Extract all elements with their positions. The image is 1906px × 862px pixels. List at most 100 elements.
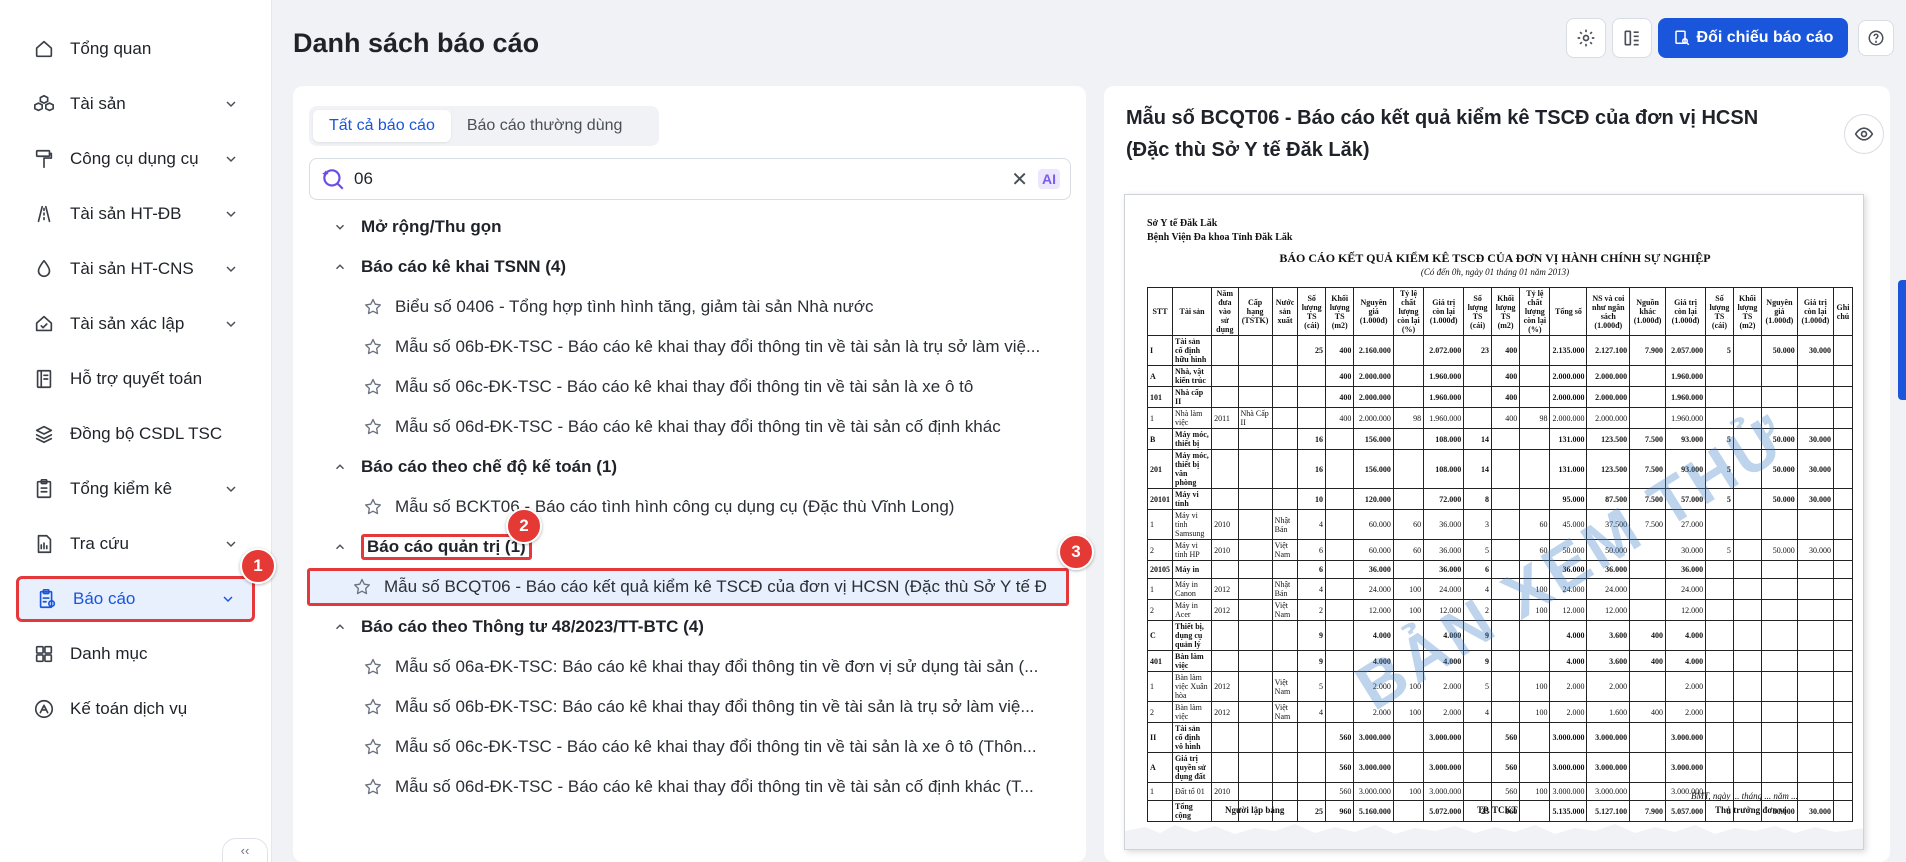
star-icon[interactable]	[363, 377, 383, 397]
star-icon[interactable]	[363, 417, 383, 437]
doc-table-cell	[1325, 620, 1355, 651]
clear-search-icon[interactable]: ✕	[1011, 167, 1028, 192]
tree-group-1[interactable]: Báo cáo kê khai TSNN (4)	[333, 248, 566, 286]
doc-table-cell: 2.127.100	[1586, 335, 1631, 366]
doc-table-cell	[1237, 752, 1273, 783]
tree-report-item[interactable]: Mẫu số 06b-ĐK-TSC: Báo cáo kê khai thay …	[363, 688, 1063, 726]
doc-table-cell	[1796, 509, 1834, 540]
tree-report-item[interactable]: Mẫu số 06d-ĐK-TSC - Báo cáo kê khai thay…	[363, 768, 1063, 806]
star-icon[interactable]	[363, 777, 383, 797]
doc-table-cell	[1392, 386, 1425, 408]
ledger-icon	[32, 367, 56, 391]
doc-table-cell: A	[1147, 752, 1173, 783]
doc-table-cell	[1519, 386, 1551, 408]
doc-table-cell: 400	[1325, 386, 1355, 408]
sidebar-item-12[interactable]: Danh mục	[16, 631, 255, 677]
doc-table-cell: Máy vi tính Samsung	[1171, 509, 1213, 540]
doc-table-cell	[1325, 701, 1355, 723]
doc-table-cell	[1796, 671, 1834, 702]
doc-table-cell: 2010	[1211, 782, 1239, 801]
tab-all-reports[interactable]: Tất cả báo cáo	[313, 110, 451, 142]
tree-report-item[interactable]: Mẫu số 06d-ĐK-TSC - Báo cáo kê khai thay…	[363, 408, 1063, 446]
doc-table-cell	[1463, 407, 1492, 429]
doc-table-cell	[1519, 650, 1551, 672]
sidebar-item-8[interactable]: Đồng bộ CSDL TSC	[16, 411, 255, 457]
star-icon[interactable]	[363, 737, 383, 757]
doc-table-cell: Đất tổ 01	[1171, 782, 1213, 801]
expand-collapse-toggle[interactable]: Mở rộng/Thu gọn	[333, 208, 502, 246]
tree-report-item[interactable]: Mẫu số 06b-ĐK-TSC - Báo cáo kê khai thay…	[363, 328, 1063, 366]
tree-report-item[interactable]: Biểu số 0406 - Tổng hợp tình hình tăng, …	[363, 288, 1063, 326]
doc-table-cell: 7.500	[1629, 428, 1666, 450]
doc-table-cell	[1732, 620, 1763, 651]
sidebar-item-5[interactable]: Tài sản HT-CNS	[16, 246, 255, 292]
doc-table-cell: 2.000.000	[1353, 407, 1394, 429]
doc-table-cell	[1490, 509, 1521, 540]
sidebar-item-7[interactable]: Hỗ trợ quyết toán	[16, 356, 255, 402]
doc-table-cell: 2	[1147, 539, 1173, 561]
doc-table-cell: Việt Nam	[1271, 701, 1299, 723]
star-icon[interactable]	[363, 697, 383, 717]
doc-table-row: 401 Bàn làm việc 9 4.000 4.000 9 4.000 3.600 400…	[1147, 650, 1854, 672]
help-button[interactable]	[1858, 20, 1894, 56]
doc-table-cell: 400	[1325, 335, 1355, 366]
doc-table-cell: 14	[1463, 428, 1492, 450]
view-button[interactable]	[1844, 114, 1884, 154]
tree-report-item[interactable]: Mẫu số 06c-ĐK-TSC - Báo cáo kê khai thay…	[363, 368, 1063, 406]
doc-table-cell: 20105	[1147, 560, 1173, 579]
star-icon[interactable]	[363, 297, 383, 317]
home-icon	[32, 37, 56, 61]
doc-table-cell: 3.000.000	[1423, 722, 1465, 753]
tree-group-2[interactable]: Báo cáo theo chế độ kế toán (1)	[333, 448, 617, 486]
doc-table-cell: 3.000.000	[1586, 752, 1631, 783]
tree-group-3[interactable]: Báo cáo quản trị (1)	[333, 528, 532, 566]
doc-column-header: Tỷ lệ chất lượng còn lại (%)	[1519, 287, 1551, 336]
layout-button[interactable]	[1612, 18, 1652, 58]
sidebar-item-13[interactable]: Kế toán dịch vụ	[16, 686, 255, 732]
sidebar-item-1[interactable]: Tổng quan	[16, 26, 255, 72]
settings-button[interactable]	[1566, 18, 1606, 58]
ai-toggle[interactable]: AI	[1038, 169, 1060, 189]
report-item-label: Mẫu số 06b-ĐK-TSC: Báo cáo kê khai thay …	[395, 697, 1035, 716]
star-icon[interactable]	[363, 337, 383, 357]
doc-table-cell: 98	[1392, 407, 1425, 429]
star-icon[interactable]	[363, 657, 383, 677]
doc-table-cell	[1705, 578, 1734, 600]
doc-table-cell	[1237, 701, 1273, 723]
doc-column-header: Nguyên giá (1.000đ)	[1353, 287, 1394, 336]
sidebar-item-2[interactable]: Tài sản	[16, 81, 255, 127]
compare-report-button[interactable]: Đối chiếu báo cáo	[1658, 18, 1848, 58]
sidebar-item-3[interactable]: Công cụ dụng cụ	[16, 136, 255, 182]
doc-table-cell: 3.000.000	[1423, 752, 1465, 783]
report-icon	[35, 587, 59, 611]
star-icon[interactable]	[352, 577, 372, 597]
paint-roller-icon	[32, 147, 56, 171]
doc-table-cell: 3.000.000	[1549, 782, 1588, 801]
tree-report-item[interactable]: Mẫu số 06a-ĐK-TSC: Báo cáo kê khai thay …	[363, 648, 1063, 686]
tree-report-item[interactable]: Mẫu số 06c-ĐK-TSC - Báo cáo kê khai thay…	[363, 728, 1063, 766]
doc-table-cell	[1629, 722, 1666, 753]
doc-table-cell: 108.000	[1423, 428, 1465, 450]
doc-table-cell: Nhật Bản	[1271, 509, 1299, 540]
star-icon[interactable]	[363, 497, 383, 517]
tab-favorite-reports[interactable]: Báo cáo thường dùng	[451, 110, 639, 142]
tree-report-item[interactable]: Mẫu số BCQT06 - Báo cáo kết quả kiểm kê …	[307, 568, 1069, 606]
search-input[interactable]	[354, 169, 1012, 189]
sidebar-item-9[interactable]: Tổng kiểm kê	[16, 466, 255, 512]
side-drawer-handle[interactable]	[1898, 280, 1906, 400]
doc-table-cell	[1629, 578, 1666, 600]
doc-table-cell: 50.000	[1761, 539, 1798, 561]
doc-table-cell: 36.000	[1664, 560, 1707, 579]
sidebar-collapse-button[interactable]: ‹‹	[222, 838, 268, 862]
sidebar-item-11[interactable]: Báo cáo	[16, 576, 255, 622]
sidebar-item-6[interactable]: Tài sản xác lập	[16, 301, 255, 347]
sidebar-item-4[interactable]: Tài sản HT-ĐB	[16, 191, 255, 237]
doc-table-cell	[1297, 722, 1327, 753]
doc-table-cell	[1629, 599, 1666, 621]
tree-report-item[interactable]: Mẫu số BCKT06 - Báo cáo tình hình công c…	[363, 488, 1063, 526]
doc-table-cell	[1271, 488, 1299, 510]
doc-table-cell	[1392, 365, 1425, 387]
sidebar-item-10[interactable]: Tra cứu	[16, 521, 255, 567]
tree-group-4[interactable]: Báo cáo theo Thông tư 48/2023/TT-BTC (4)	[333, 608, 704, 646]
doc-table-cell	[1705, 671, 1734, 702]
